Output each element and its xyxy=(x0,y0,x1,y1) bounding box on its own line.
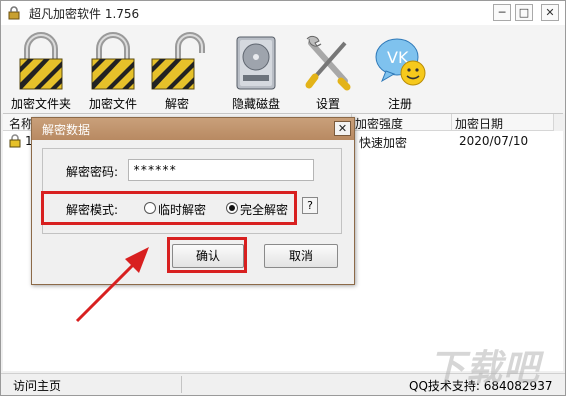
app-window: 超凡加密软件 1.756 ─ □ ✕ 加密文件夹 加密文件 解密 隐藏磁盘 设置… xyxy=(0,0,566,396)
annotation-arrow xyxy=(75,247,149,323)
